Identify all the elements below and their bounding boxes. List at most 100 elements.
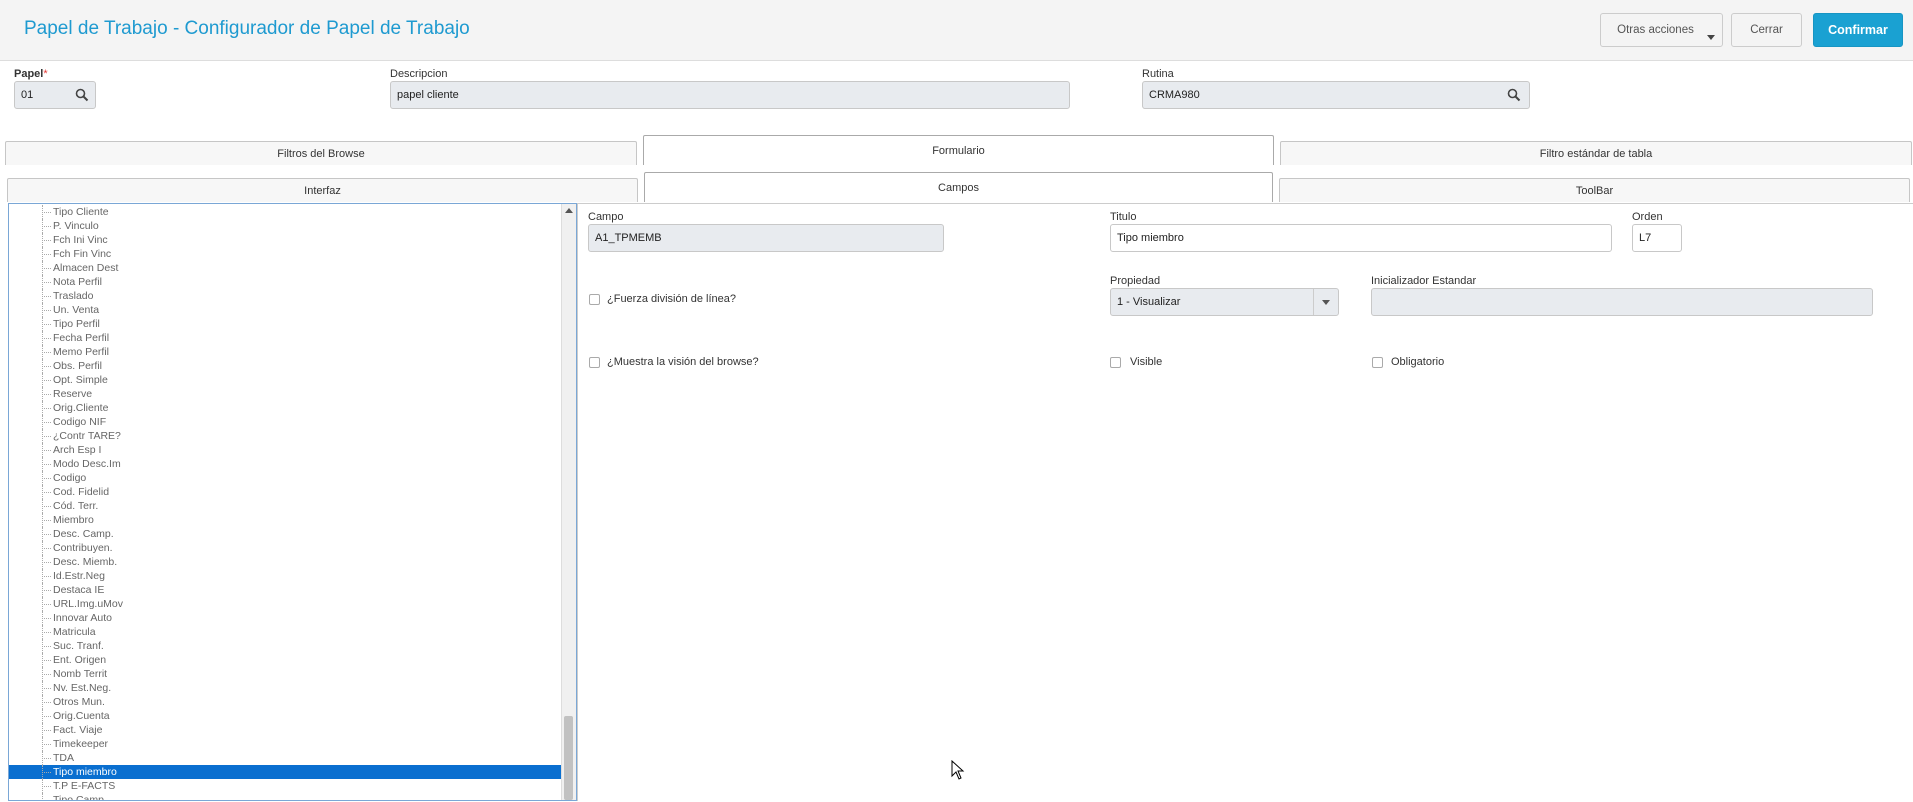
tree-item-label: T.P E-FACTS <box>53 780 116 792</box>
tree-item[interactable]: Suc. Tranf. <box>9 639 562 653</box>
tree-item[interactable]: URL.Img.uMov <box>9 597 562 611</box>
tree-item[interactable]: Desc. Camp. <box>9 527 562 541</box>
tree-item[interactable]: Innovar Auto <box>9 611 562 625</box>
papel-field[interactable]: 01 <box>14 81 96 109</box>
tree-item[interactable]: Codigo <box>9 471 562 485</box>
chevron-down-icon[interactable] <box>1313 289 1338 315</box>
tree-branch-line <box>42 590 51 591</box>
tree-item[interactable]: Fact. Viaje <box>9 723 562 737</box>
inicializador-field[interactable] <box>1371 288 1873 316</box>
rutina-field[interactable]: CRMA980 <box>1142 81 1530 109</box>
tree-item[interactable]: Destaca IE <box>9 583 562 597</box>
tree-item-label: Id.Estr.Neg <box>53 570 105 582</box>
confirm-button[interactable]: Confirmar <box>1813 13 1903 47</box>
tab-filtro-estandar[interactable]: Filtro estándar de tabla <box>1280 141 1912 165</box>
tree-item-label: Matricula <box>53 626 96 638</box>
tree-branch-line <box>42 226 51 227</box>
tree-item[interactable]: Matricula <box>9 625 562 639</box>
tree-item-label: Obs. Perfil <box>53 360 103 372</box>
tree-item[interactable]: Memo Perfil <box>9 345 562 359</box>
titulo-field[interactable]: Tipo miembro <box>1110 224 1612 252</box>
tree-item-label: Cód. Terr. <box>53 500 99 512</box>
tree-item-label: Opt. Simple <box>53 374 108 386</box>
visible-checkbox[interactable] <box>1110 357 1121 368</box>
tab-filtros-browse[interactable]: Filtros del Browse <box>5 141 637 165</box>
tree-item[interactable]: Ent. Origen <box>9 653 562 667</box>
tree-item-label: Fecha Perfil <box>53 332 110 344</box>
tree-item[interactable]: Un. Venta <box>9 303 562 317</box>
tree-item-label: Miembro <box>53 514 94 526</box>
tree-branch-line <box>42 268 51 269</box>
search-icon[interactable] <box>75 88 89 102</box>
orden-label: Orden <box>1632 211 1663 223</box>
tree-item[interactable]: Miembro <box>9 513 562 527</box>
scroll-thumb[interactable] <box>564 716 573 800</box>
muestra-checkbox[interactable] <box>589 357 600 368</box>
tree-item[interactable]: Nomb Territ <box>9 667 562 681</box>
tree-item[interactable]: Arch Esp I <box>9 443 562 457</box>
tree-item[interactable]: Contribuyen. <box>9 541 562 555</box>
tree-item[interactable]: Tipo Camp <box>9 793 562 801</box>
tree-item[interactable]: Tipo Perfil <box>9 317 562 331</box>
tree-item-label: Un. Venta <box>53 304 100 316</box>
fuerza-checkbox[interactable] <box>589 294 600 305</box>
other-actions-button[interactable]: Otras acciones <box>1600 13 1723 47</box>
tree-item[interactable]: Opt. Simple <box>9 373 562 387</box>
tree-item[interactable]: Orig.Cuenta <box>9 709 562 723</box>
search-icon[interactable] <box>1507 88 1521 102</box>
descripcion-field[interactable]: papel cliente <box>390 81 1070 109</box>
tree-item[interactable]: Tipo Cliente <box>9 205 562 219</box>
tree-item-label: Cod. Fidelid <box>53 486 110 498</box>
tree-item[interactable]: Fch Fin Vinc <box>9 247 562 261</box>
tree-item[interactable]: P. Vinculo <box>9 219 562 233</box>
tree-branch-line <box>42 716 51 717</box>
tree-item[interactable]: Codigo NIF <box>9 415 562 429</box>
other-actions-label: Otras acciones <box>1617 24 1694 36</box>
tab-toolbar[interactable]: ToolBar <box>1279 178 1910 202</box>
tree-item[interactable]: Traslado <box>9 289 562 303</box>
tree-item[interactable]: Id.Estr.Neg <box>9 569 562 583</box>
tab-formulario[interactable]: Formulario <box>643 135 1274 165</box>
tree-item[interactable]: TDA <box>9 751 562 765</box>
propiedad-select[interactable]: 1 - Visualizar <box>1110 288 1339 316</box>
tree-item[interactable]: T.P E-FACTS <box>9 779 562 793</box>
scroll-up-icon[interactable] <box>565 208 573 213</box>
fields-tree[interactable]: Tipo Cliente P. Vinculo Fch Ini Vinc Fch Fi… <box>8 203 577 801</box>
tab-interfaz[interactable]: Interfaz <box>7 178 638 202</box>
tree-branch-line <box>42 604 51 605</box>
tree-item[interactable]: Orig.Cliente <box>9 401 562 415</box>
tree-item-label: Fch Ini Vinc <box>53 234 108 246</box>
tree-item[interactable]: Cod. Fidelid <box>9 485 562 499</box>
tree-item[interactable]: Reserve <box>9 387 562 401</box>
tree-branch-line <box>42 618 51 619</box>
tree-item[interactable]: Obs. Perfil <box>9 359 562 373</box>
tree-item[interactable]: Tipo miembro <box>9 765 562 779</box>
muestra-label: ¿Muestra la visión del browse? <box>607 356 759 368</box>
tree-item-label: Nomb Territ <box>53 668 108 680</box>
tree-branch-line <box>42 800 51 801</box>
tree-item[interactable]: Timekeeper <box>9 737 562 751</box>
tree-item[interactable]: Fch Ini Vinc <box>9 233 562 247</box>
tree-branch-line <box>42 562 51 563</box>
tree-scrollbar[interactable] <box>561 204 576 800</box>
tree-item[interactable]: Nv. Est.Neg. <box>9 681 562 695</box>
obligatorio-checkbox[interactable] <box>1372 357 1383 368</box>
tree-branch-line <box>42 436 51 437</box>
orden-field[interactable]: L7 <box>1632 224 1682 252</box>
tree-item[interactable]: Desc. Miemb. <box>9 555 562 569</box>
tree-item[interactable]: Nota Perfil <box>9 275 562 289</box>
tree-item[interactable]: Cód. Terr. <box>9 499 562 513</box>
campo-field[interactable]: A1_TPMEMB <box>588 224 944 252</box>
tree-item[interactable]: Modo Desc.Im <box>9 457 562 471</box>
tree-item[interactable]: ¿Contr TARE? <box>9 429 562 443</box>
tree-item-label: Modo Desc.Im <box>53 458 121 470</box>
tree-item[interactable]: Almacen Dest <box>9 261 562 275</box>
tree-item[interactable]: Otros Mun. <box>9 695 562 709</box>
tree-branch-line <box>42 366 51 367</box>
descripcion-label: Descripcion <box>390 68 448 80</box>
tree-branch-line <box>42 646 51 647</box>
tree-branch-line <box>42 730 51 731</box>
close-button[interactable]: Cerrar <box>1731 13 1802 47</box>
tree-item[interactable]: Fecha Perfil <box>9 331 562 345</box>
tab-campos[interactable]: Campos <box>644 172 1273 202</box>
